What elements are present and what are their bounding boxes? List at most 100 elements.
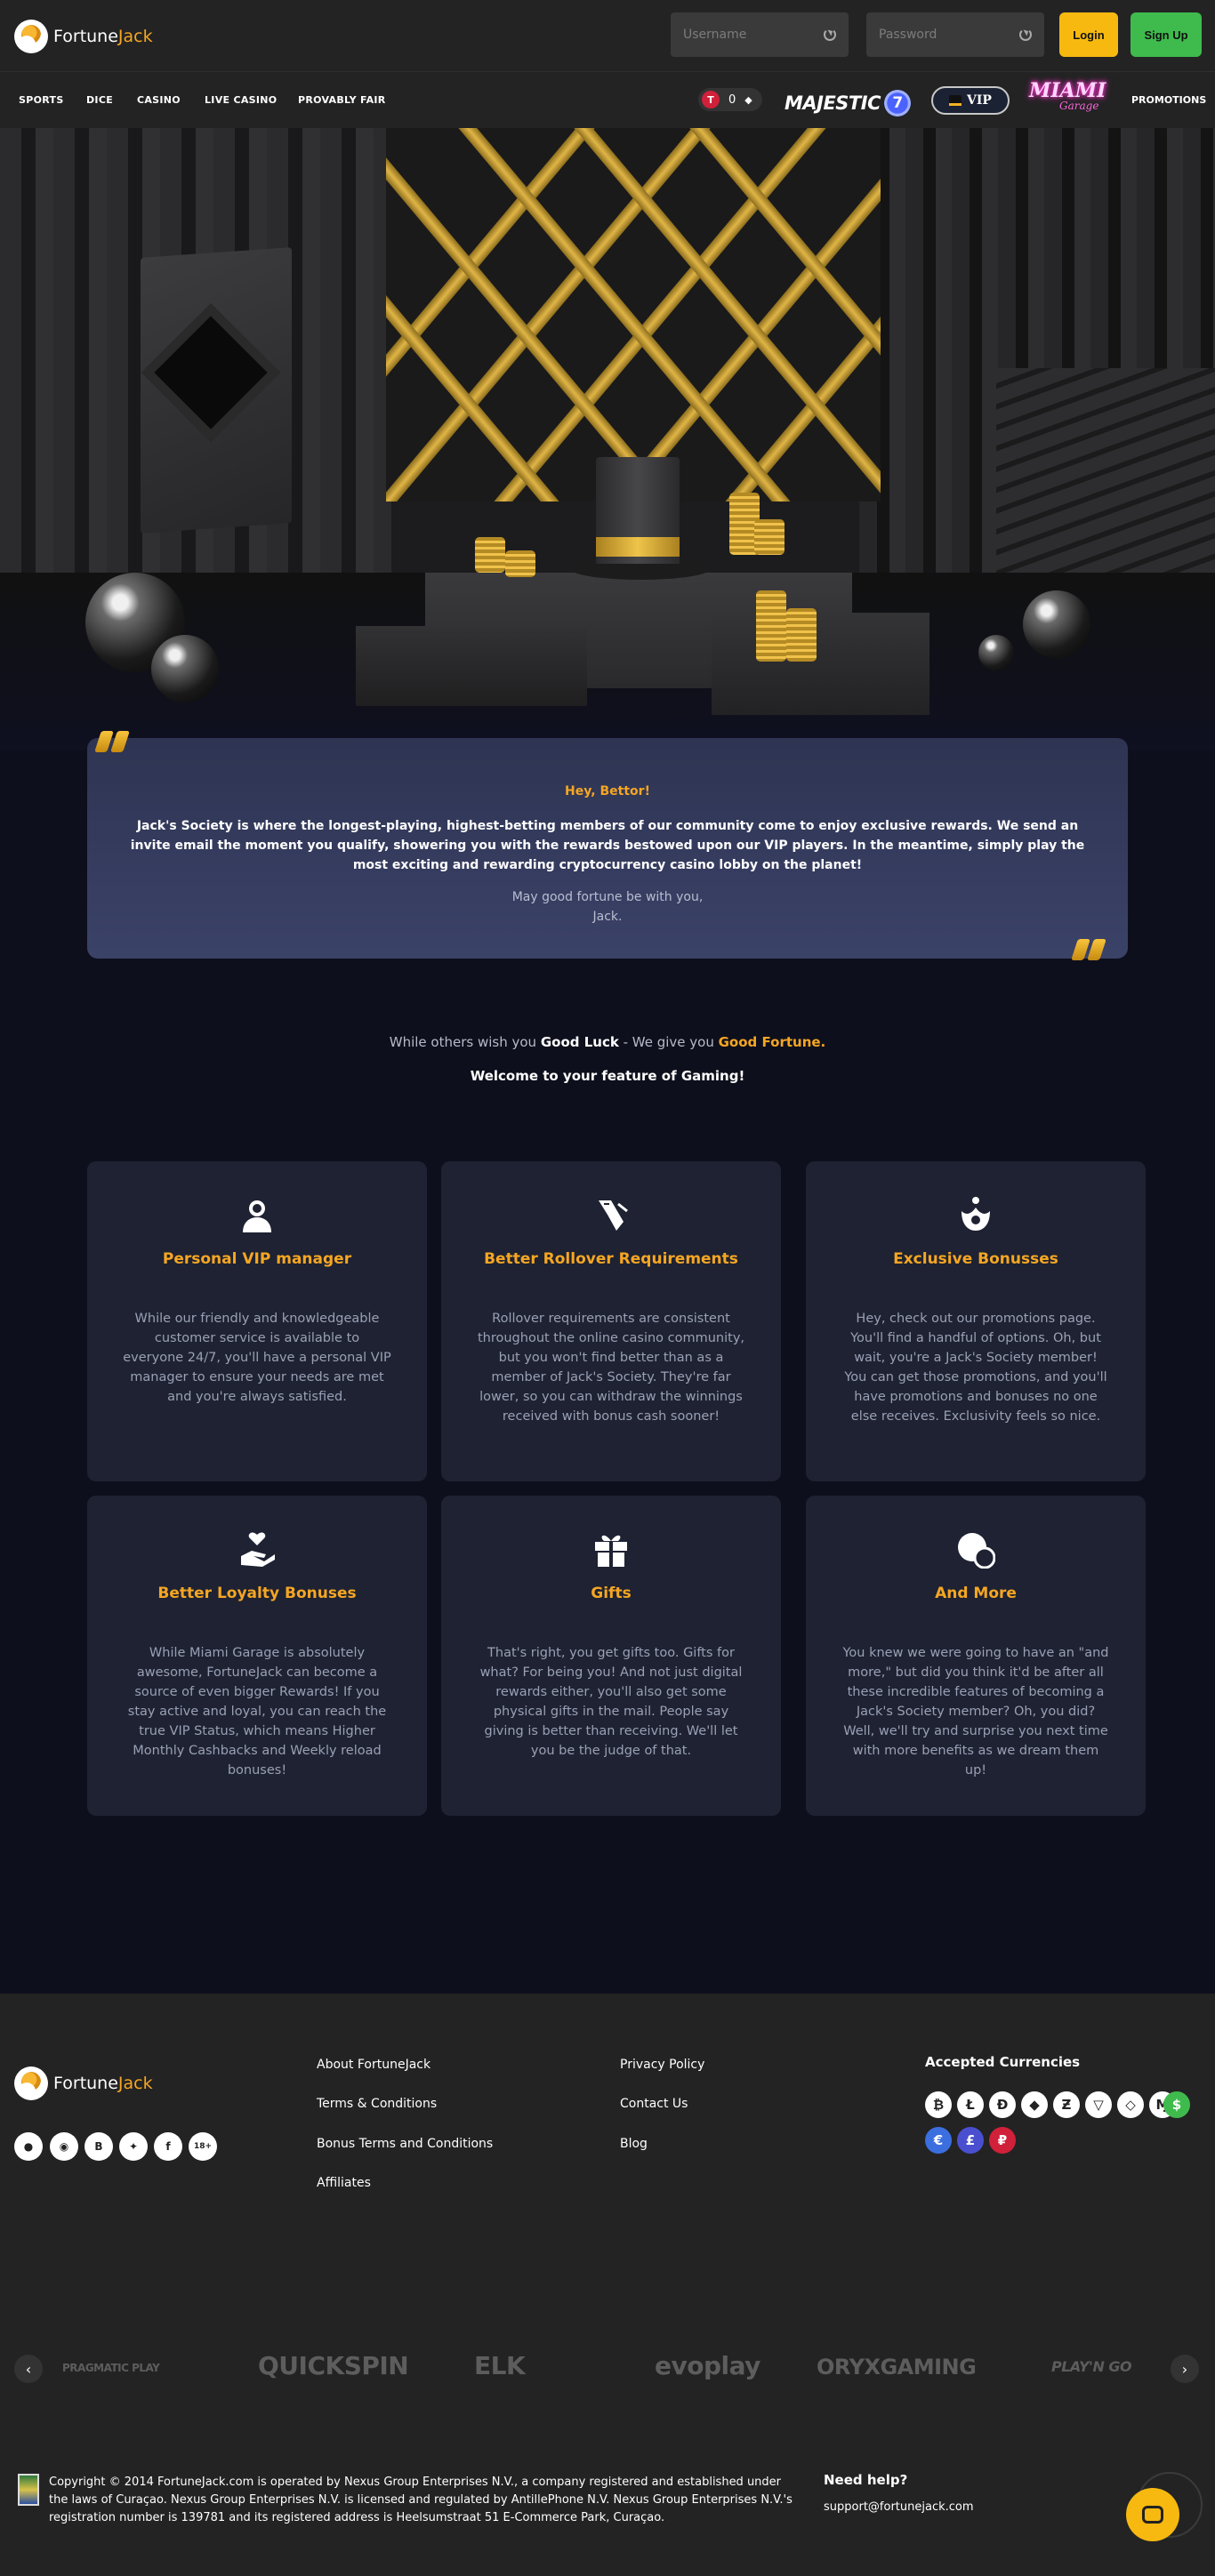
stairs xyxy=(996,368,1215,573)
signup-button[interactable]: Sign Up xyxy=(1131,12,1202,57)
nav-provably-fair[interactable]: PROVABLY FAIR xyxy=(298,94,386,106)
tagline: While others wish you Good Luck - We giv… xyxy=(389,1034,826,1050)
feature-text: Rollover requirements are consistent thr… xyxy=(477,1312,745,1424)
tron-icon: ▽ xyxy=(1085,2091,1112,2118)
providers-carousel: ‹ PRAGMATIC PLAY QUICKSPIN ELK evoplay O… xyxy=(0,2323,1215,2411)
good-luck-text: Good Luck xyxy=(540,1034,619,1050)
provider-evoplay[interactable]: evoplay xyxy=(655,2351,760,2380)
feature-title: Better Loyalty Bonuses xyxy=(157,1585,357,1602)
pedestal xyxy=(712,613,929,715)
provider-play-n-go[interactable]: PLAY'N GO xyxy=(1051,2358,1132,2375)
username-input[interactable]: Username xyxy=(671,12,849,57)
nav-live-casino[interactable]: LIVE CASINO xyxy=(205,94,277,106)
feature-text: While our friendly and knowledgeable cus… xyxy=(123,1312,391,1404)
gold-lattice-wall xyxy=(386,128,881,502)
footer-link-contact[interactable]: Contact Us xyxy=(620,2097,688,2111)
feature-title: Gifts xyxy=(591,1585,632,1602)
logo-mark-icon xyxy=(14,20,48,53)
exclusive-bonus-icon xyxy=(962,1197,990,1231)
nav-promotions[interactable]: PROMOTIONS xyxy=(1131,94,1206,106)
dollar-icon: $ xyxy=(1163,2091,1190,2118)
coin-stack xyxy=(754,519,785,555)
feature-title: And More xyxy=(935,1585,1017,1602)
support-email-link[interactable]: support@fortunejack.com xyxy=(824,2500,974,2514)
currencies-title: Accepted Currencies xyxy=(925,2054,1081,2070)
footer: FortuneJack ● ◉ B ✦ f 18+ About FortuneJ… xyxy=(0,1994,1215,2576)
quote-open-icon xyxy=(94,731,130,752)
quote-close-icon xyxy=(1071,939,1106,960)
chat-bubble-icon xyxy=(1142,2506,1163,2524)
help-title: Need help? xyxy=(824,2472,908,2488)
gift-icon xyxy=(595,1535,627,1567)
dark-sphere xyxy=(978,635,1014,670)
top-hat-icon xyxy=(949,95,962,106)
provider-oryx-gaming[interactable]: ORYXGAMING xyxy=(817,2355,977,2379)
balance-value: 0 xyxy=(728,92,736,107)
twitter-icon[interactable]: ✦ xyxy=(119,2132,148,2161)
feature-text: You knew we were going to have an "and m… xyxy=(842,1646,1109,1778)
rollover-icon xyxy=(599,1200,628,1231)
footer-logo[interactable]: FortuneJack xyxy=(14,2066,153,2100)
dark-sphere xyxy=(151,635,219,702)
majestic-7-link[interactable]: MAJESTIC 7 xyxy=(785,90,911,116)
nav-sports[interactable]: SPORTS xyxy=(19,94,64,106)
miami-garage-link[interactable]: MIAMI Garage xyxy=(1029,81,1109,118)
nav-dice[interactable]: DICE xyxy=(86,94,113,106)
footer-link-about[interactable]: About FortuneJack xyxy=(317,2058,430,2072)
username-placeholder: Username xyxy=(683,28,747,42)
provider-elk[interactable]: ELK xyxy=(474,2351,526,2380)
license-seal-icon[interactable] xyxy=(18,2474,39,2506)
live-chat-button[interactable] xyxy=(1126,2488,1179,2541)
hero-banner xyxy=(0,128,1215,750)
euro-icon: € xyxy=(925,2127,952,2154)
feature-card: Exclusive Bonusses Hey, check out our pr… xyxy=(806,1161,1146,1481)
diamond-icon: ◆ xyxy=(744,93,752,106)
provider-quickspin[interactable]: QUICKSPIN xyxy=(258,2351,409,2380)
coin-stack xyxy=(786,608,817,662)
feature-text: Hey, check out our promotions page. You'… xyxy=(844,1312,1107,1424)
feature-card: Gifts That's right, you get gifts too. G… xyxy=(441,1496,781,1816)
feature-text: While Miami Garage is absolutely awesome… xyxy=(127,1646,387,1778)
feature-title: Exclusive Bonusses xyxy=(893,1250,1058,1268)
miami-label: MIAMI xyxy=(1029,79,1106,102)
password-placeholder: Password xyxy=(879,28,937,42)
nav-casino[interactable]: CASINO xyxy=(137,94,181,106)
signature-name: Jack. xyxy=(592,910,623,924)
majestic-label: MAJESTIC xyxy=(785,92,881,114)
zcash-icon: Ƶ xyxy=(1053,2091,1080,2118)
refresh-icon[interactable] xyxy=(824,28,836,41)
bitcoin-talk-icon[interactable]: B xyxy=(84,2132,113,2161)
feature-title: Better Rollover Requirements xyxy=(484,1250,738,1268)
welcome-text: Welcome to your feature of Gaming! xyxy=(470,1068,745,1084)
vip-label: VIP xyxy=(967,93,992,108)
carousel-next-button[interactable]: › xyxy=(1171,2355,1199,2383)
carousel-prev-button[interactable]: ‹ xyxy=(14,2355,43,2383)
refresh-icon[interactable] xyxy=(1019,28,1032,41)
feature-text: That's right, you get gifts too. Gifts f… xyxy=(479,1646,743,1758)
facebook-icon[interactable]: f xyxy=(154,2132,182,2161)
litecoin-icon: Ł xyxy=(957,2091,984,2118)
footer-link-blog[interactable]: Blog xyxy=(620,2137,648,2151)
balance-pill[interactable]: T 0 ◆ xyxy=(698,88,762,111)
coin-stack xyxy=(475,537,505,573)
logo-mark-icon xyxy=(14,2066,48,2100)
vip-link[interactable]: VIP xyxy=(931,86,1010,115)
footer-link-bonus-terms[interactable]: Bonus Terms and Conditions xyxy=(317,2137,493,2151)
quote-body: Jack's Society is where the longest-play… xyxy=(130,819,1085,872)
feature-card: Better Loyalty Bonuses While Miami Garag… xyxy=(87,1496,427,1816)
discord-icon[interactable]: ◉ xyxy=(50,2132,78,2161)
footer-link-affiliates[interactable]: Affiliates xyxy=(317,2176,371,2190)
login-button[interactable]: Login xyxy=(1059,12,1118,57)
footer-link-privacy[interactable]: Privacy Policy xyxy=(620,2058,704,2072)
password-input[interactable]: Password xyxy=(866,12,1044,57)
logo-text: FortuneJack xyxy=(53,2074,153,2093)
footer-link-terms[interactable]: Terms & Conditions xyxy=(317,2097,437,2111)
feature-card: Better Rollover Requirements Rollover re… xyxy=(441,1161,781,1481)
majestic-seven-badge: 7 xyxy=(883,90,911,116)
copyright-text: Copyright © 2014 FortuneJack.com is oper… xyxy=(49,2476,793,2524)
provider-pragmatic-play[interactable]: PRAGMATIC PLAY xyxy=(62,2362,160,2374)
bitcoin-icon: ₿ xyxy=(925,2091,952,2118)
fortunejack-logo[interactable]: FortuneJack xyxy=(14,20,153,53)
reddit-icon[interactable]: ● xyxy=(14,2132,43,2161)
quote-greeting: Hey, Bettor! xyxy=(565,784,650,798)
